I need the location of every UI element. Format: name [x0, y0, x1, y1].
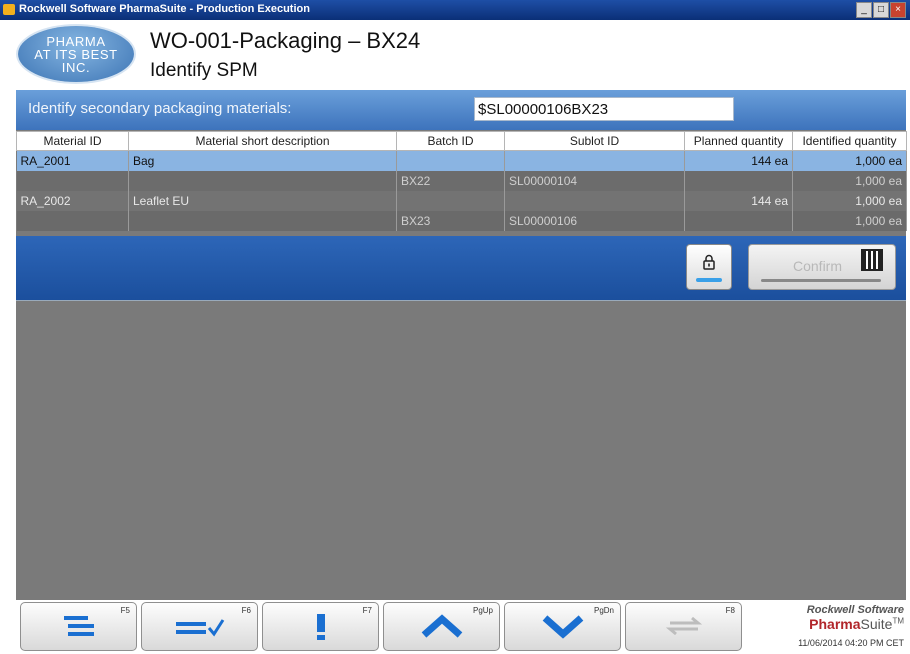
pgup-button[interactable]: PgUp — [383, 602, 500, 651]
cell-planned-qty — [684, 211, 793, 231]
column-header-sublot-id: Sublot ID — [504, 131, 685, 151]
f8-button[interactable]: F8 — [625, 602, 742, 651]
materials-table: Material ID Material short description B… — [16, 131, 907, 231]
brand-company: Rockwell Software — [806, 604, 904, 616]
chevron-down-icon — [505, 613, 620, 645]
company-logo: PHARMA AT ITS BEST INC. — [18, 26, 134, 82]
cell-batch-id — [396, 150, 505, 171]
window-controls: _ □ × — [856, 2, 906, 18]
exclamation-icon — [263, 613, 378, 647]
action-bar: Confirm — [16, 236, 906, 301]
cell-planned-qty — [684, 171, 793, 191]
cell-identified-qty: 1,000 ea — [792, 191, 907, 211]
identify-label: Identify secondary packaging materials: — [28, 100, 292, 117]
padlock-icon — [702, 254, 716, 274]
confirm-button[interactable]: Confirm — [748, 244, 896, 290]
cell-description — [128, 211, 397, 231]
lock-indicator — [696, 278, 722, 282]
table-row[interactable]: RA_2002 Leaflet EU 144 ea 1,000 ea — [16, 191, 907, 211]
restore-button[interactable]: □ — [873, 2, 889, 18]
cell-sublot-id — [504, 191, 685, 211]
page-subtitle: Identify SPM — [150, 60, 258, 81]
window-title: Rockwell Software PharmaSuite - Producti… — [19, 3, 310, 15]
list-check-icon — [142, 613, 257, 645]
cell-batch-id: BX23 — [396, 211, 505, 231]
cell-material-id: RA_2001 — [16, 150, 129, 171]
main-panel: Identify secondary packaging materials: … — [16, 90, 907, 600]
confirm-indicator — [761, 279, 881, 282]
cell-description — [128, 171, 397, 191]
table-row[interactable]: BX22 SL00000104 1,000 ea — [16, 171, 907, 191]
column-header-planned-qty: Planned quantity — [684, 131, 793, 151]
column-header-identified-qty: Identified quantity — [792, 131, 907, 151]
datamatrix-icon — [861, 249, 883, 271]
minimize-button[interactable]: _ — [856, 2, 872, 18]
menu-lines-icon — [21, 613, 136, 645]
cell-description: Leaflet EU — [128, 191, 397, 211]
cell-material-id — [16, 171, 129, 191]
identify-bar: Identify secondary packaging materials: — [16, 90, 906, 130]
cell-identified-qty: 1,000 ea — [792, 150, 907, 171]
brand-block: Rockwell Software PharmaSuiteTM 11/06/20… — [798, 604, 904, 648]
function-key-bar: F5 F6 F7 PgUp PgDn F8 Rockwell Software … — [0, 600, 910, 654]
cell-identified-qty: 1,000 ea — [792, 211, 907, 231]
app-icon — [3, 4, 15, 15]
brand-product: PharmaSuiteTM — [798, 616, 904, 632]
column-header-description: Material short description — [128, 131, 397, 151]
cell-batch-id: BX22 — [396, 171, 505, 191]
cell-material-id — [16, 211, 129, 231]
f6-button[interactable]: F6 — [141, 602, 258, 651]
table-row[interactable]: BX23 SL00000106 1,000 ea — [16, 211, 907, 231]
cell-planned-qty: 144 ea — [684, 150, 793, 171]
window-titlebar: Rockwell Software PharmaSuite - Producti… — [0, 0, 910, 20]
swap-arrows-icon — [626, 613, 741, 645]
table-row[interactable]: RA_2001 Bag 144 ea 1,000 ea — [16, 150, 907, 171]
page-header: PHARMA AT ITS BEST INC. WO-001-Packaging… — [0, 20, 910, 90]
column-header-batch-id: Batch ID — [396, 131, 505, 151]
column-header-material-id: Material ID — [16, 131, 129, 151]
cell-sublot-id: SL00000106 — [504, 211, 685, 231]
timestamp: 11/06/2014 04:20 PM CET — [798, 638, 904, 648]
cell-batch-id — [396, 191, 505, 211]
table-header-row: Material ID Material short description B… — [16, 131, 907, 151]
brand-trademark: TM — [892, 616, 904, 626]
f7-button[interactable]: F7 — [262, 602, 379, 651]
cell-sublot-id: SL00000104 — [504, 171, 685, 191]
logo-line-3: INC. — [61, 60, 91, 75]
f5-button[interactable]: F5 — [20, 602, 137, 651]
brand-product-part1: Pharma — [809, 616, 861, 632]
cell-identified-qty: 1,000 ea — [792, 171, 907, 191]
cell-material-id: RA_2002 — [16, 191, 129, 211]
cell-planned-qty: 144 ea — [684, 191, 793, 211]
page-title: WO-001-Packaging – BX24 — [150, 28, 421, 53]
chevron-up-icon — [384, 613, 499, 645]
lock-button[interactable] — [686, 244, 732, 290]
pgdn-button[interactable]: PgDn — [504, 602, 621, 651]
identify-input[interactable] — [474, 97, 734, 121]
cell-description: Bag — [128, 150, 397, 171]
cell-sublot-id — [504, 150, 685, 171]
close-button[interactable]: × — [890, 2, 906, 18]
brand-product-part2: Suite — [860, 616, 893, 632]
confirm-label: Confirm — [793, 258, 843, 274]
